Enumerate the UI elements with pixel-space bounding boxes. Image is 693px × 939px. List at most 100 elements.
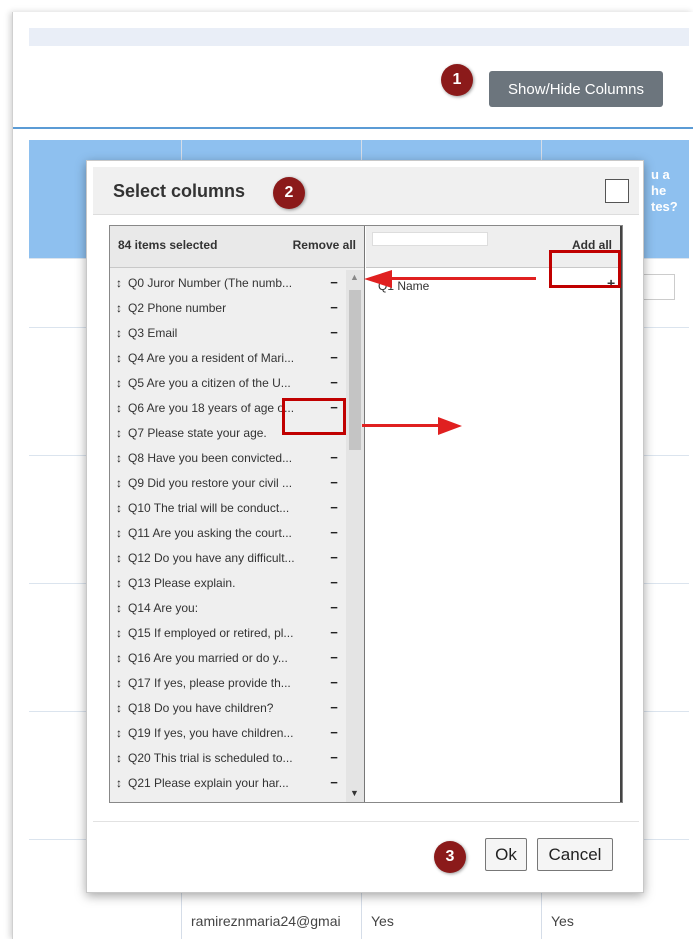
drag-handle-icon[interactable]: ↕: [110, 576, 128, 590]
remove-column-icon[interactable]: −: [326, 550, 342, 565]
remove-column-icon[interactable]: −: [326, 725, 342, 740]
remove-column-icon[interactable]: −: [326, 350, 342, 365]
drag-handle-icon[interactable]: ↕: [110, 726, 128, 740]
cancel-button[interactable]: Cancel: [537, 838, 613, 871]
highlight-add-button: [549, 250, 621, 288]
remove-column-icon[interactable]: −: [326, 375, 342, 390]
selected-column-label: Q10 The trial will be conduct...: [128, 500, 290, 515]
selected-column-list: ↕ Q0 Juror Number (The numb... − ↕ Q2 Phone …: [110, 270, 346, 802]
drag-handle-icon[interactable]: ↕: [110, 426, 128, 440]
drag-handle-icon[interactable]: ↕: [110, 301, 128, 315]
toolbar-divider: [13, 127, 693, 129]
selected-column-label: Q0 Juror Number (The numb...: [128, 275, 293, 290]
drag-handle-icon[interactable]: ↕: [110, 476, 128, 490]
remove-column-icon[interactable]: −: [326, 275, 342, 290]
selected-columns-pane: 84 items selected Remove all ↕ Q0 Juror N…: [110, 226, 365, 802]
selected-column-item[interactable]: ↕ Q15 If employed or retired, pl... −: [110, 620, 346, 645]
selected-column-item[interactable]: ↕ Q21 Please explain your har... −: [110, 770, 346, 795]
selected-column-item[interactable]: ↕ Q0 Juror Number (The numb... −: [110, 270, 346, 295]
column-header-partial: u a he tes?: [651, 167, 678, 214]
scroll-thumb[interactable]: [349, 290, 361, 450]
drag-handle-icon[interactable]: ↕: [110, 551, 128, 565]
selected-column-label: Q20 This trial is scheduled to...: [128, 750, 293, 765]
available-columns-pane: Add all Q1 Name +: [366, 226, 622, 802]
drag-handle-icon[interactable]: ↕: [110, 676, 128, 690]
remove-column-icon[interactable]: −: [326, 500, 342, 515]
selected-column-label: Q2 Phone number: [128, 300, 227, 315]
drag-handle-icon[interactable]: ↕: [110, 326, 128, 340]
scroll-down-icon[interactable]: ▼: [350, 788, 359, 798]
selected-column-item[interactable]: ↕ Q12 Do you have any difficult... −: [110, 545, 346, 570]
selected-column-item[interactable]: ↕ Q13 Please explain. −: [110, 570, 346, 595]
remove-column-icon[interactable]: −: [326, 750, 342, 765]
remove-column-icon[interactable]: −: [326, 650, 342, 665]
drag-handle-icon[interactable]: ↕: [110, 526, 128, 540]
selected-column-item[interactable]: ↕ Q2 Phone number −: [110, 295, 346, 320]
available-search-input[interactable]: [372, 232, 488, 246]
table-cell-email: ramireznmaria24@gmai: [191, 913, 341, 929]
selected-column-item[interactable]: ↕ Q8 Have you been convicted... −: [110, 445, 346, 470]
show-hide-columns-button[interactable]: Show/Hide Columns: [489, 71, 663, 107]
select-all-checkbox[interactable]: [605, 179, 629, 203]
drag-handle-icon[interactable]: ↕: [110, 401, 128, 415]
selected-column-label: Q8 Have you been convicted...: [128, 450, 293, 465]
selected-list-scrollbar[interactable]: ▲ ▼: [346, 270, 364, 802]
selected-column-item[interactable]: ↕ Q18 Do you have children? −: [110, 695, 346, 720]
drag-handle-icon[interactable]: ↕: [110, 751, 128, 765]
remove-column-icon[interactable]: −: [326, 575, 342, 590]
page-background: Show/Hide Columns u a he tes? ramireznma…: [12, 12, 693, 939]
remove-column-icon[interactable]: −: [326, 450, 342, 465]
selected-column-item[interactable]: ↕ Q19 If yes, you have children... −: [110, 720, 346, 745]
selected-column-label: Q5 Are you a citizen of the U...: [128, 375, 291, 390]
remove-column-icon[interactable]: −: [326, 600, 342, 615]
drag-handle-icon[interactable]: ↕: [110, 276, 128, 290]
remove-column-icon[interactable]: −: [326, 525, 342, 540]
selected-column-label: Q21 Please explain your har...: [128, 775, 289, 790]
selected-column-item[interactable]: ↕ Q11 Are you asking the court... −: [110, 520, 346, 545]
selected-column-label: Q12 Do you have any difficult...: [128, 550, 295, 565]
drag-handle-icon[interactable]: ↕: [110, 501, 128, 515]
remove-column-icon[interactable]: −: [326, 700, 342, 715]
modal-title: Select columns: [113, 181, 246, 201]
selected-column-item[interactable]: ↕ Q9 Did you restore your civil ... −: [110, 470, 346, 495]
column-multiselect: 84 items selected Remove all ↕ Q0 Juror N…: [109, 225, 623, 803]
selected-column-item[interactable]: ↕ Q14 Are you: −: [110, 595, 346, 620]
drag-handle-icon[interactable]: ↕: [110, 801, 128, 803]
drag-handle-icon[interactable]: ↕: [110, 376, 128, 390]
selected-column-item[interactable]: ↕Q22 This section provides us...: [110, 795, 346, 803]
drag-handle-icon[interactable]: ↕: [110, 351, 128, 365]
remove-all-link[interactable]: Remove all: [293, 238, 356, 252]
remove-column-icon[interactable]: −: [326, 325, 342, 340]
remove-column-icon[interactable]: −: [326, 775, 342, 790]
selected-column-item[interactable]: ↕ Q17 If yes, please provide th... −: [110, 670, 346, 695]
scroll-up-icon[interactable]: ▲: [350, 272, 359, 282]
drag-handle-icon[interactable]: ↕: [110, 601, 128, 615]
remove-column-icon[interactable]: −: [326, 625, 342, 640]
selected-column-item[interactable]: ↕ Q4 Are you a resident of Mari... −: [110, 345, 346, 370]
drag-handle-icon[interactable]: ↕: [110, 701, 128, 715]
remove-column-icon[interactable]: −: [326, 675, 342, 690]
arrow-right-icon: [438, 417, 462, 435]
selected-column-item[interactable]: ↕ Q16 Are you married or do y... −: [110, 645, 346, 670]
top-strip: [29, 28, 689, 46]
arrow-left-icon: [364, 270, 392, 288]
selected-column-label: Q11 Are you asking the court...: [128, 525, 292, 540]
drag-handle-icon[interactable]: ↕: [110, 626, 128, 640]
remove-column-icon[interactable]: −: [326, 475, 342, 490]
table-cell-answer: Yes: [551, 913, 574, 929]
selected-column-item[interactable]: ↕ Q5 Are you a citizen of the U... −: [110, 370, 346, 395]
drag-handle-icon[interactable]: ↕: [110, 776, 128, 790]
selected-column-label: Q18 Do you have children?: [128, 700, 274, 715]
ok-button[interactable]: Ok: [485, 838, 527, 871]
selected-column-label: Q19 If yes, you have children...: [128, 725, 294, 740]
remove-column-icon[interactable]: −: [326, 300, 342, 315]
selected-column-item[interactable]: ↕ Q20 This trial is scheduled to... −: [110, 745, 346, 770]
drag-handle-icon[interactable]: ↕: [110, 451, 128, 465]
arrow-right-line: [362, 424, 440, 427]
selected-column-item[interactable]: ↕ Q3 Email −: [110, 320, 346, 345]
arrow-left-line: [390, 277, 536, 280]
selected-column-label: Q4 Are you a resident of Mari...: [128, 350, 295, 365]
selected-column-item[interactable]: ↕ Q10 The trial will be conduct... −: [110, 495, 346, 520]
step-badge-3: 3: [434, 841, 466, 873]
drag-handle-icon[interactable]: ↕: [110, 651, 128, 665]
